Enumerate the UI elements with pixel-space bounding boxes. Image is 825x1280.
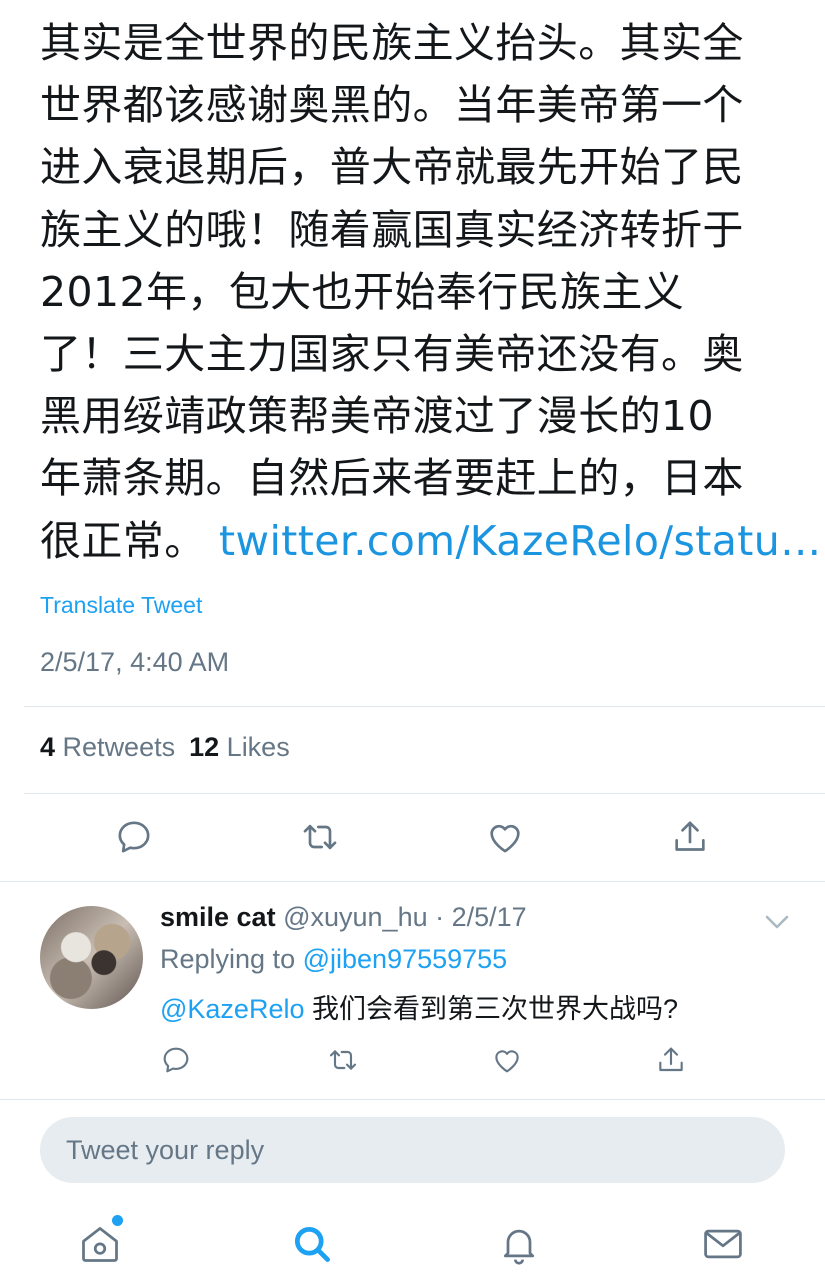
mail-icon	[704, 1229, 742, 1259]
retweet-icon	[329, 1050, 357, 1070]
reply-header: smile cat @xuyun_hu · 2/5/17	[160, 902, 527, 933]
reply-retweet-button[interactable]	[325, 1042, 361, 1078]
tab-notifications[interactable]	[497, 1222, 545, 1270]
tweet-stats: 4 Retweets 12 Likes	[40, 732, 290, 763]
translate-tweet-link[interactable]: Translate Tweet	[40, 592, 202, 619]
bell-icon	[503, 1229, 535, 1265]
tweet-link[interactable]: twitter.com/KazeRelo/statu…	[219, 517, 822, 565]
reply-like-button[interactable]	[489, 1042, 525, 1078]
tweet-line: 年萧条期。自然后来者要赶上的，日本	[40, 454, 744, 503]
tweet-line-last: 很正常。 twitter.com/KazeRelo/statu…	[40, 510, 821, 572]
share-icon	[675, 821, 705, 851]
avatar[interactable]	[40, 906, 143, 1009]
search-icon	[294, 1226, 330, 1262]
retweets-count: 4	[40, 732, 56, 762]
home-notification-dot	[112, 1215, 123, 1226]
tweet-line: 进入衰退期后，普大帝就最先开始了民	[40, 143, 744, 192]
tab-home[interactable]	[78, 1222, 126, 1270]
divider	[0, 1099, 825, 1100]
tweet-action-bar	[0, 815, 825, 865]
likes-label: Likes	[226, 732, 290, 762]
share-icon	[659, 1047, 683, 1072]
reply-text: @KazeRelo 我们会看到第三次世界大战吗?	[160, 987, 678, 1026]
reply-action-bar	[0, 1042, 825, 1082]
retweets-label: Retweets	[62, 732, 176, 762]
replying-to-line: Replying to @jiben97559755	[160, 944, 507, 975]
chevron-down-icon[interactable]	[762, 910, 792, 934]
tweet-line: 族主义的哦！随着赢国真实经济转折于	[40, 205, 744, 254]
likes-stat[interactable]: 12 Likes	[189, 732, 290, 762]
reply-share-button[interactable]	[653, 1042, 689, 1078]
like-button[interactable]	[483, 815, 527, 859]
share-button[interactable]	[668, 815, 712, 859]
tweet-timestamp: 2/5/17, 4:40 AM	[40, 647, 230, 677]
tweet-line: 黑用绥靖政策帮美帝渡过了漫长的10	[40, 392, 714, 441]
tweet-line: 世界都该感谢奥黑的。当年美帝第一个	[40, 81, 744, 130]
tab-messages[interactable]	[701, 1222, 749, 1270]
tweet-line: 了！三大主力国家只有美帝还没有。奥	[40, 330, 744, 379]
reply-tweet[interactable]: smile cat @xuyun_hu · 2/5/17 Replying to…	[0, 882, 825, 1098]
heart-icon	[495, 1050, 519, 1073]
reply-icon	[118, 821, 150, 853]
retweet-icon	[303, 824, 337, 850]
reply-button[interactable]	[112, 815, 156, 859]
tweet-text: 其实是全世界的民族主义抬头。其实全 世界都该感谢奥黑的。当年美帝第一个 进入衰退…	[40, 12, 821, 572]
heart-icon	[490, 824, 520, 853]
divider	[24, 706, 825, 707]
retweet-button[interactable]	[298, 815, 342, 859]
bottom-tab-bar	[0, 1200, 825, 1280]
reply-composer-input[interactable]: Tweet your reply	[40, 1117, 785, 1183]
reply-reply-button[interactable]	[158, 1042, 194, 1078]
reply-handle-date: @xuyun_hu · 2/5/17	[283, 902, 527, 932]
home-icon	[82, 1227, 118, 1262]
divider	[24, 793, 825, 794]
reply-body: 我们会看到第三次世界大战吗?	[312, 994, 679, 1024]
tweet-line: 2012年，包大也开始奉行民族主义	[40, 267, 685, 316]
likes-count: 12	[189, 732, 220, 762]
reply-author-name[interactable]: smile cat	[160, 902, 276, 932]
replying-prefix: Replying to	[160, 944, 296, 974]
reply-icon	[163, 1047, 189, 1073]
retweets-stat[interactable]: 4 Retweets	[40, 732, 175, 762]
tweet-line: 其实是全世界的民族主义抬头。其实全	[40, 19, 744, 67]
tab-search[interactable]	[290, 1222, 338, 1270]
tweet-line-prefix: 很正常。	[40, 516, 206, 565]
replying-to-handle[interactable]: @jiben97559755	[303, 944, 508, 974]
reply-mention[interactable]: @KazeRelo	[160, 994, 304, 1024]
